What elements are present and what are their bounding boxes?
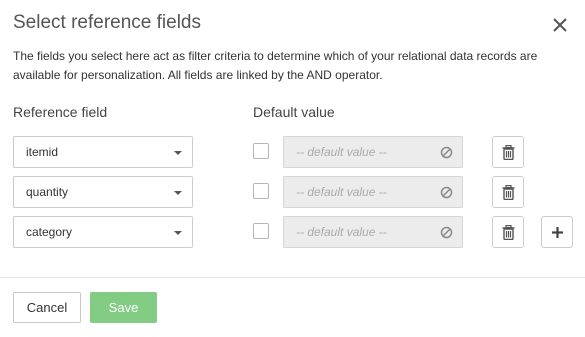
default-value-header: Default value <box>253 104 335 120</box>
default-value-checkbox[interactable] <box>253 143 269 159</box>
chevron-down-icon <box>174 231 182 235</box>
reference-field-select[interactable]: quantity <box>13 176 193 208</box>
cancel-button[interactable]: Cancel <box>13 292 81 323</box>
close-button[interactable] <box>549 14 571 36</box>
reference-field-select[interactable]: itemid <box>13 136 193 168</box>
default-value-checkbox[interactable] <box>253 183 269 199</box>
field-row: category -- default value -- <box>0 216 585 248</box>
no-entry-icon <box>440 226 453 239</box>
default-value-field: -- default value -- <box>283 176 463 208</box>
add-row-button[interactable] <box>541 216 573 248</box>
trash-icon <box>502 185 515 200</box>
delete-row-button[interactable] <box>492 216 524 248</box>
delete-row-button[interactable] <box>492 136 524 168</box>
dialog-description: The fields you select here act as filter… <box>13 49 538 82</box>
reference-field-value: itemid <box>26 145 59 159</box>
chevron-down-icon <box>174 151 182 155</box>
no-entry-icon <box>440 146 453 159</box>
reference-field-value: category <box>26 225 73 239</box>
footer-divider <box>0 277 585 278</box>
trash-icon <box>502 225 515 240</box>
default-value-placeholder: -- default value -- <box>296 225 387 239</box>
default-value-placeholder: -- default value -- <box>296 145 387 159</box>
reference-field-select[interactable]: category <box>13 216 193 248</box>
default-value-checkbox[interactable] <box>253 223 269 239</box>
field-row: itemid -- default value -- <box>0 136 585 168</box>
default-value-field: -- default value -- <box>283 216 463 248</box>
trash-icon <box>502 145 515 160</box>
reference-field-value: quantity <box>26 185 69 199</box>
plus-icon <box>552 227 563 238</box>
reference-field-header: Reference field <box>13 104 108 120</box>
no-entry-icon <box>440 186 453 199</box>
delete-row-button[interactable] <box>492 176 524 208</box>
default-value-placeholder: -- default value -- <box>296 185 387 199</box>
default-value-field: -- default value -- <box>283 136 463 168</box>
chevron-down-icon <box>174 191 182 195</box>
close-icon[interactable] <box>549 14 571 36</box>
field-row: quantity -- default value -- <box>0 176 585 208</box>
save-button[interactable]: Save <box>90 292 157 323</box>
dialog-title: Select reference fields <box>13 12 201 33</box>
